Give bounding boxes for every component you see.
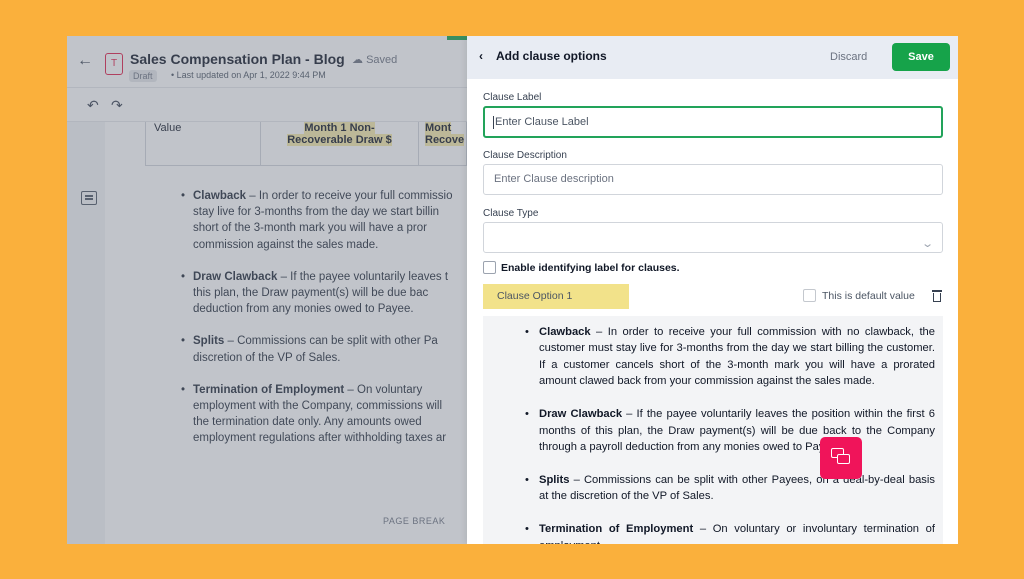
chevron-down-icon: ⌄ [920, 238, 934, 250]
list-item: Splits – Commissions can be split with o… [525, 472, 935, 505]
clause-description-input[interactable]: Enter Clause description [483, 164, 943, 195]
default-value-checkbox[interactable] [803, 289, 816, 302]
clause-preview: Clawback – In order to receive your full… [483, 316, 943, 544]
save-button[interactable]: Save [892, 43, 950, 71]
clause-label-input[interactable]: Enter Clause Label [483, 106, 943, 138]
modal-overlay[interactable] [67, 36, 467, 544]
clause-option-tab[interactable]: Clause Option 1 [483, 284, 629, 309]
clause-description-label: Clause Description [483, 150, 567, 161]
chevron-left-icon[interactable]: ‹ [479, 49, 483, 63]
list-item: Draw Clawback – If the payee voluntarily… [525, 406, 935, 455]
panel-header: ‹ Add clause options Discard Save [467, 36, 958, 79]
clause-label-label: Clause Label [483, 92, 542, 103]
list-item: Termination of Employment – On voluntary… [525, 521, 935, 544]
document-editor: ← T Sales Compensation Plan - Blog ☁ Sav… [67, 36, 467, 544]
trash-icon[interactable] [932, 290, 942, 302]
discard-button[interactable]: Discard [830, 51, 867, 63]
identifying-label-text: Enable identifying label for clauses. [501, 262, 680, 274]
clause-type-label: Clause Type [483, 208, 539, 219]
add-clause-options-panel: ‹ Add clause options Discard Save Clause… [467, 36, 958, 544]
chat-support-button[interactable] [820, 437, 862, 479]
default-value-label: This is default value [822, 290, 915, 302]
panel-title: Add clause options [496, 49, 607, 63]
clause-type-select[interactable]: ⌄ [483, 222, 943, 253]
identifying-label-checkbox[interactable] [483, 261, 496, 274]
list-item: Clawback – In order to receive your full… [525, 324, 935, 390]
